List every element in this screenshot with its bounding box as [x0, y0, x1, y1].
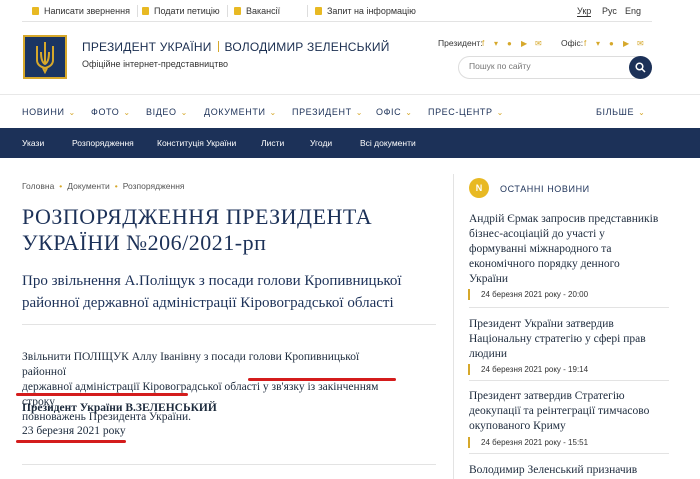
chevron-down-icon: ⌄ [405, 107, 413, 117]
news-item-title[interactable]: Володимир Зеленський призначив [469, 463, 674, 478]
twitter-icon[interactable]: ▾ [596, 39, 600, 48]
divider [307, 5, 308, 17]
pencil-icon [32, 7, 39, 15]
coat-of-arms-logo[interactable] [23, 35, 67, 79]
chevron-down-icon: ⌄ [355, 107, 363, 117]
news-item-date: 24 березня 2021 року - 20:00 [468, 289, 588, 300]
subnav-constitution[interactable]: Конституція України [157, 138, 236, 148]
youtube-icon[interactable]: ▶ [521, 39, 527, 48]
vacancies-link[interactable]: Вакансії [234, 6, 280, 16]
red-underline-annotation [16, 393, 188, 396]
breadcrumb-separator: • [114, 181, 118, 191]
divider [469, 453, 669, 454]
lang-ukr[interactable]: Укр [577, 6, 592, 17]
subnav-decrees[interactable]: Укази [22, 138, 44, 148]
chevron-down-icon: ⌄ [180, 107, 188, 117]
nav-photo[interactable]: ФОТО ⌄ [91, 107, 131, 117]
telegram-icon[interactable]: ● [507, 39, 512, 48]
news-item-title[interactable]: Президент затвердив Стратегію деокупації… [469, 389, 674, 434]
search-input[interactable] [469, 61, 619, 71]
facebook-icon[interactable]: f [482, 39, 484, 48]
subnav-all-documents[interactable]: Всі документи [360, 138, 416, 148]
main-navigation: НОВИНИ ⌄ ФОТО ⌄ ВІДЕО ⌄ ДОКУМЕНТИ ⌄ ПРЕЗИДЕН… [0, 94, 700, 128]
breadcrumb-documents[interactable]: Документи [67, 181, 109, 191]
nav-president[interactable]: ПРЕЗИДЕНТ ⌄ [292, 107, 363, 117]
document-signer: Президент України В.ЗЕЛЕНСЬКИЙ [22, 402, 217, 414]
subnav-letters[interactable]: Листи [261, 138, 284, 148]
email-icon[interactable]: ✉ [535, 39, 542, 48]
youtube-icon[interactable]: ▶ [623, 39, 629, 48]
news-item-title[interactable]: Президент України затвердив Національну … [469, 317, 674, 362]
president-title: ПРЕЗИДЕНТ УКРАЇНИ [82, 40, 212, 54]
site-subtitle: Офіційне інтернет-представництво [82, 59, 229, 69]
chevron-down-icon: ⌄ [638, 107, 646, 117]
search-icon [635, 62, 646, 73]
trident-icon [36, 42, 54, 74]
subnav-agreements[interactable]: Угоди [310, 138, 332, 148]
chevron-down-icon: ⌄ [269, 107, 277, 117]
search-button[interactable] [629, 56, 652, 79]
president-social-label: Президент: [438, 38, 483, 48]
nav-press-center[interactable]: ПРЕС-ЦЕНТР ⌄ [428, 107, 504, 117]
president-name: ВОЛОДИМИР ЗЕЛЕНСЬКИЙ [224, 40, 390, 54]
top-utility-bar: Написати звернення Подати петицію Ваканс… [22, 0, 652, 22]
breadcrumb-separator: • [59, 181, 63, 191]
page-title: РОЗПОРЯДЖЕННЯ ПРЕЗИДЕНТА УКРАЇНИ №206/20… [22, 204, 373, 255]
documents-subnav: Укази Розпорядження Конституція України … [0, 128, 700, 158]
nav-documents[interactable]: ДОКУМЕНТИ ⌄ [204, 107, 277, 117]
latest-news-heading: ОСТАННІ НОВИНИ [500, 184, 590, 194]
write-appeal-link[interactable]: Написати звернення [32, 6, 130, 16]
briefcase-icon [234, 7, 241, 15]
telegram-icon[interactable]: ● [609, 39, 614, 48]
red-underline-annotation [248, 378, 396, 381]
info-icon [315, 7, 322, 15]
facebook-icon[interactable]: f [584, 39, 586, 48]
document-subject: Про звільнення А.Поліщук з посади голови… [22, 273, 402, 311]
chevron-down-icon: ⌄ [123, 107, 131, 117]
email-icon[interactable]: ✉ [637, 39, 644, 48]
chevron-down-icon: ⌄ [496, 107, 504, 117]
nav-office[interactable]: ОФІС ⌄ [376, 107, 413, 117]
office-social-label: Офіс: [561, 38, 584, 48]
divider [227, 5, 228, 17]
divider [469, 380, 669, 381]
title-divider [217, 41, 219, 52]
breadcrumb-orders[interactable]: Розпорядження [123, 181, 185, 191]
nav-video[interactable]: ВІДЕО ⌄ [146, 107, 188, 117]
lang-eng[interactable]: Eng [625, 6, 641, 16]
red-underline-annotation [16, 440, 126, 443]
nav-news[interactable]: НОВИНИ ⌄ [22, 107, 76, 117]
petition-link[interactable]: Подати петицію [142, 6, 220, 16]
document-icon [142, 7, 149, 15]
divider [137, 5, 138, 17]
search-box[interactable] [458, 56, 652, 79]
divider [469, 307, 669, 308]
divider [22, 464, 436, 465]
twitter-icon[interactable]: ▾ [494, 39, 498, 48]
sidebar-divider [453, 174, 454, 479]
breadcrumb: Головна • Документи • Розпорядження [22, 181, 185, 191]
subnav-orders[interactable]: Розпорядження [72, 138, 134, 148]
news-item-title[interactable]: Андрій Єрмак запросив представників бізн… [469, 212, 674, 287]
news-item-date: 24 березня 2021 року - 15:51 [468, 437, 588, 448]
document-date: 23 березня 2021 року [22, 425, 126, 437]
site-title[interactable]: ПРЕЗИДЕНТ УКРАЇНИ ВОЛОДИМИР ЗЕЛЕНСЬКИЙ [82, 40, 390, 54]
info-request-link[interactable]: Запит на інформацію [315, 6, 416, 16]
lang-rus[interactable]: Рус [602, 6, 617, 16]
news-badge-icon: N [469, 178, 489, 198]
breadcrumb-home[interactable]: Головна [22, 181, 54, 191]
news-item-date: 24 березня 2021 року - 19:14 [468, 364, 588, 375]
divider [22, 324, 436, 325]
chevron-down-icon: ⌄ [68, 107, 76, 117]
nav-more[interactable]: БІЛЬШЕ ⌄ [596, 107, 645, 117]
